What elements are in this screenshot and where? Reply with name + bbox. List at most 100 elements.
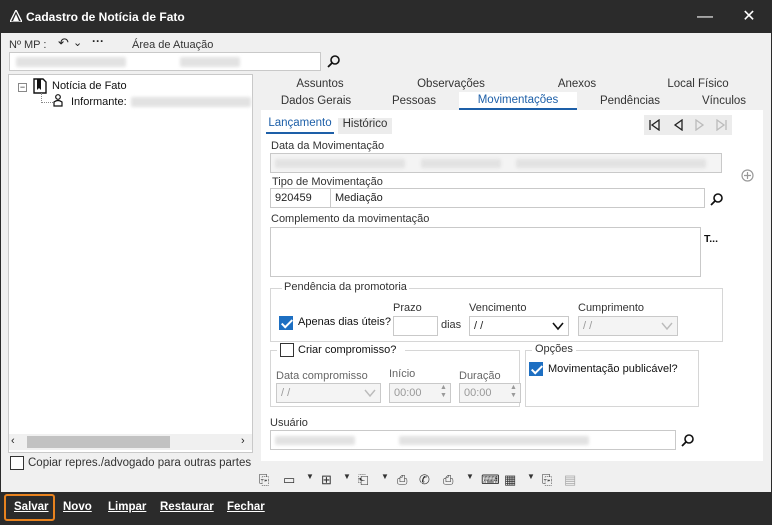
vencimento-value: / / [474, 320, 484, 332]
scroll-left-icon[interactable]: ‹ [11, 435, 15, 447]
limpar-button[interactable]: Limpar [108, 501, 146, 513]
tag-document-icon[interactable]: ⎘ [542, 472, 552, 488]
tree-child-label[interactable]: Informante: [71, 96, 127, 108]
dias-label: dias [441, 319, 462, 331]
movimentacao-publicavel-label: Movimentação publicável? [548, 363, 678, 375]
minimize-button[interactable]: — [685, 1, 725, 33]
calendar-icon[interactable]: ▦ [504, 472, 516, 488]
pendencia-group-label: Pendência da promotoria [282, 281, 409, 293]
tab-pendencias[interactable]: Pendências [579, 93, 681, 111]
cumprimento-date-picker: / / [578, 316, 678, 336]
movimentacao-publicavel-checkbox[interactable] [529, 362, 543, 376]
chevron-down-icon[interactable] [552, 321, 564, 331]
data-mov-field [270, 153, 722, 173]
tab-movimentacoes[interactable]: Movimentações [459, 92, 577, 110]
tipo-mov-label: Tipo de Movimentação [272, 176, 383, 188]
chevron-down-icon[interactable]: ▼ [306, 472, 314, 481]
copy-repres-label: Copiar repres./advogado para outras part… [28, 457, 252, 469]
tab-vinculos[interactable]: Vínculos [683, 93, 765, 111]
spin-icon: ▲ ▼ [510, 384, 517, 399]
chevron-down-icon[interactable]: ⌄ [73, 36, 82, 49]
inicio-label: Início [389, 368, 416, 380]
data-compromisso-picker: / / [276, 383, 381, 403]
copy-repres-checkbox[interactable] [10, 456, 24, 470]
inicio-time-input: 00:00 ▲ ▼ [389, 383, 451, 403]
close-button[interactable]: ✕ [729, 1, 769, 33]
tab-pessoas[interactable]: Pessoas [371, 93, 457, 111]
chevron-down-icon[interactable]: ▼ [527, 472, 535, 481]
chevron-down-icon [661, 322, 673, 331]
scroll-thumb[interactable] [27, 436, 170, 448]
tipo-mov-code-field[interactable]: 920459 [270, 188, 331, 208]
cumprimento-value: / / [583, 320, 593, 332]
prazo-label: Prazo [393, 302, 422, 314]
novo-button[interactable]: Novo [63, 501, 92, 513]
chevron-down-icon[interactable]: ▼ [381, 472, 389, 481]
more-icon[interactable]: ··· [92, 34, 104, 48]
last-record-icon[interactable] [716, 119, 728, 131]
undo-icon[interactable]: ↶ [58, 35, 69, 51]
opcoes-group [525, 350, 699, 407]
tipo-mov-desc-field[interactable]: Mediação [330, 188, 705, 208]
criar-compromisso-label: Criar compromisso? [298, 344, 397, 356]
usuario-field[interactable] [270, 430, 676, 450]
apenas-dias-uteis-checkbox[interactable] [279, 316, 293, 330]
document-icon [33, 78, 47, 94]
minimize-icon: — [697, 8, 713, 25]
tree-panel: − Notícia de Fato Informante: [8, 74, 253, 453]
person-icon [53, 94, 63, 107]
text-editor-button[interactable]: T... [704, 233, 718, 245]
chevron-down-icon[interactable]: ▼ [466, 472, 474, 481]
app-logo-icon [10, 10, 22, 22]
hierarchy-icon[interactable]: ⊞ [321, 472, 332, 488]
chevron-down-icon[interactable]: ▼ [343, 472, 351, 481]
mp-area-input[interactable] [9, 52, 321, 71]
phone-icon[interactable]: ✆ [419, 472, 430, 488]
data-mov-label: Data da Movimentação [271, 140, 385, 152]
criar-compromisso-checkbox[interactable] [280, 343, 294, 357]
complemento-textarea[interactable] [270, 227, 701, 277]
spin-icon: ▲ ▼ [440, 384, 447, 399]
duracao-value: 00:00 [464, 387, 492, 399]
cumprimento-label: Cumprimento [578, 302, 645, 314]
archive-icon: ▤ [564, 472, 577, 487]
previous-record-icon[interactable] [672, 119, 684, 131]
copy-document-icon[interactable]: ⎗ [358, 472, 368, 488]
scroll-right-icon[interactable]: › [241, 435, 245, 447]
search-icon[interactable] [710, 192, 724, 206]
subtab-historico[interactable]: Histórico [338, 118, 392, 134]
add-document-icon[interactable]: ⎘ [259, 472, 269, 488]
area-label: Área de Atuação [132, 39, 214, 51]
tree-root-label[interactable]: Notícia de Fato [52, 80, 127, 92]
main-window: Cadastro de Notícia de Fato — ✕ Nº MP : … [0, 0, 772, 525]
next-record-icon[interactable] [694, 119, 706, 131]
fax-icon[interactable]: ⌨ [481, 472, 500, 488]
clipboard-icon[interactable]: ⎙ [397, 472, 407, 488]
record-navigator [644, 115, 732, 135]
duracao-time-input: 00:00 ▲ ▼ [459, 383, 521, 403]
tree-horizontal-scrollbar[interactable]: ‹ › [9, 434, 252, 450]
tab-local-fisico[interactable]: Local Físico [631, 76, 765, 94]
first-record-icon[interactable] [648, 119, 660, 131]
search-icon[interactable] [681, 433, 695, 447]
inicio-value: 00:00 [394, 387, 422, 399]
usuario-label: Usuário [270, 417, 308, 429]
subtab-lancamento[interactable]: Lançamento [266, 117, 334, 134]
search-icon[interactable] [327, 54, 341, 68]
title-bar: Cadastro de Notícia de Fato — ✕ [1, 1, 771, 33]
prazo-input[interactable] [393, 316, 438, 336]
mp-label: Nº MP : [9, 39, 47, 51]
opcoes-group-label: Opções [532, 343, 576, 355]
tab-assuntos[interactable]: Assuntos [263, 76, 377, 94]
fechar-button[interactable]: Fechar [227, 501, 265, 513]
restaurar-button[interactable]: Restaurar [160, 501, 214, 513]
collapse-icon[interactable]: − [18, 83, 27, 92]
vencimento-date-picker[interactable]: / / [469, 316, 569, 336]
chevron-down-icon [364, 389, 376, 398]
folder-icon[interactable]: ▭ [283, 472, 295, 488]
printer-icon[interactable]: ⎙ [443, 472, 453, 488]
tab-dados-gerais[interactable]: Dados Gerais [263, 93, 369, 111]
salvar-button[interactable]: Salvar [14, 501, 49, 513]
add-circle-icon[interactable] [741, 169, 754, 182]
data-compromisso-label: Data compromisso [276, 370, 368, 382]
